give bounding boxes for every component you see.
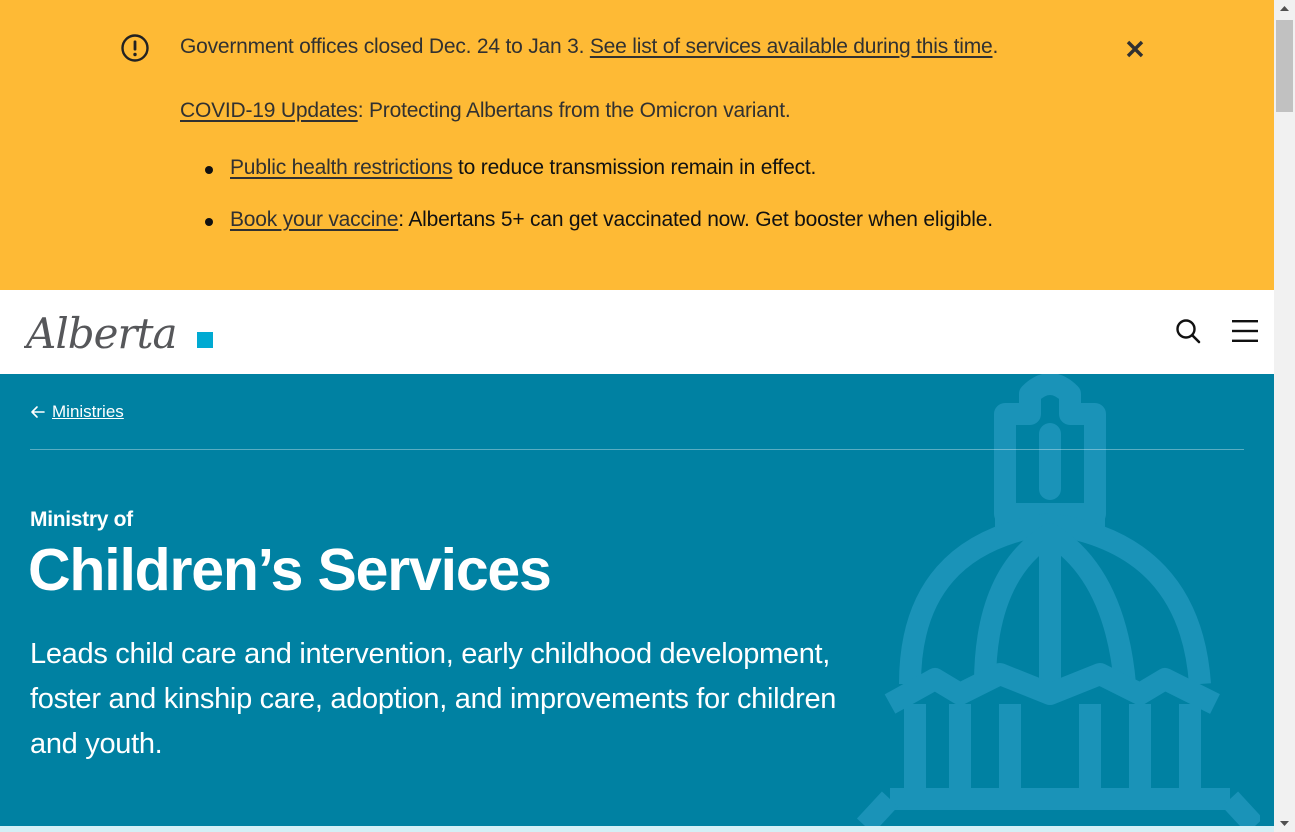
ministry-kicker: Ministry of [30, 508, 133, 531]
alert-banner: Government offices closed Dec. 24 to Jan… [0, 0, 1274, 290]
vertical-scrollbar[interactable] [1274, 0, 1295, 832]
bullet-text: to reduce transmission remain in effect. [452, 156, 817, 179]
content-top-strip [0, 826, 1274, 832]
scroll-up-arrow-icon[interactable] [1274, 0, 1295, 17]
breadcrumb: Ministries [30, 402, 124, 422]
scrollbar-thumb[interactable] [1276, 20, 1293, 112]
close-icon[interactable] [1121, 35, 1149, 63]
logo-accent-square [197, 332, 213, 348]
ministry-hero: Ministries Ministry of Children’s Servic… [0, 374, 1274, 826]
covid-updates-link[interactable]: COVID-19 Updates [180, 99, 358, 122]
divider [30, 449, 1244, 450]
site-header: Alberta [0, 290, 1274, 374]
book-vaccine-link[interactable]: Book your vaccine [230, 208, 398, 231]
breadcrumb-ministries-link[interactable]: Ministries [52, 402, 124, 422]
search-icon[interactable] [1174, 317, 1202, 345]
logo-wordmark: Alberta [24, 309, 177, 358]
office-closure-end: . [992, 35, 999, 58]
list-item: Book your vaccine: Albertans 5+ can get … [205, 208, 993, 260]
services-list-link[interactable]: See list of services available during th… [590, 35, 993, 58]
ministry-description: Leads child care and intervention, early… [30, 638, 837, 760]
page-viewport: Government offices closed Dec. 24 to Jan… [0, 0, 1274, 832]
office-closure-notice: Government offices closed Dec. 24 to Jan… [180, 35, 998, 59]
hamburger-menu-icon[interactable] [1230, 317, 1260, 345]
list-item: Public health restrictions to reduce tra… [205, 156, 993, 208]
legislature-dome-icon [856, 374, 1260, 826]
arrow-left-icon [31, 406, 45, 418]
scroll-down-arrow-icon[interactable] [1274, 815, 1295, 832]
bullet-dot [205, 218, 213, 226]
bullet-dot [205, 166, 213, 174]
alert-bullet-list: Public health restrictions to reduce tra… [205, 156, 993, 260]
covid-update-notice: COVID-19 Updates: Protecting Albertans f… [180, 99, 791, 123]
covid-update-text: : Protecting Albertans from the Omicron … [357, 99, 791, 122]
page-title: Children’s Services [28, 537, 552, 603]
bullet-text: : Albertans 5+ can get vaccinated now. G… [398, 208, 993, 231]
exclamation-circle-icon [121, 34, 149, 62]
office-closure-text: Government offices closed Dec. 24 to Jan… [180, 35, 590, 58]
public-health-restrictions-link[interactable]: Public health restrictions [230, 156, 453, 179]
alberta-logo[interactable]: Alberta [24, 302, 216, 358]
